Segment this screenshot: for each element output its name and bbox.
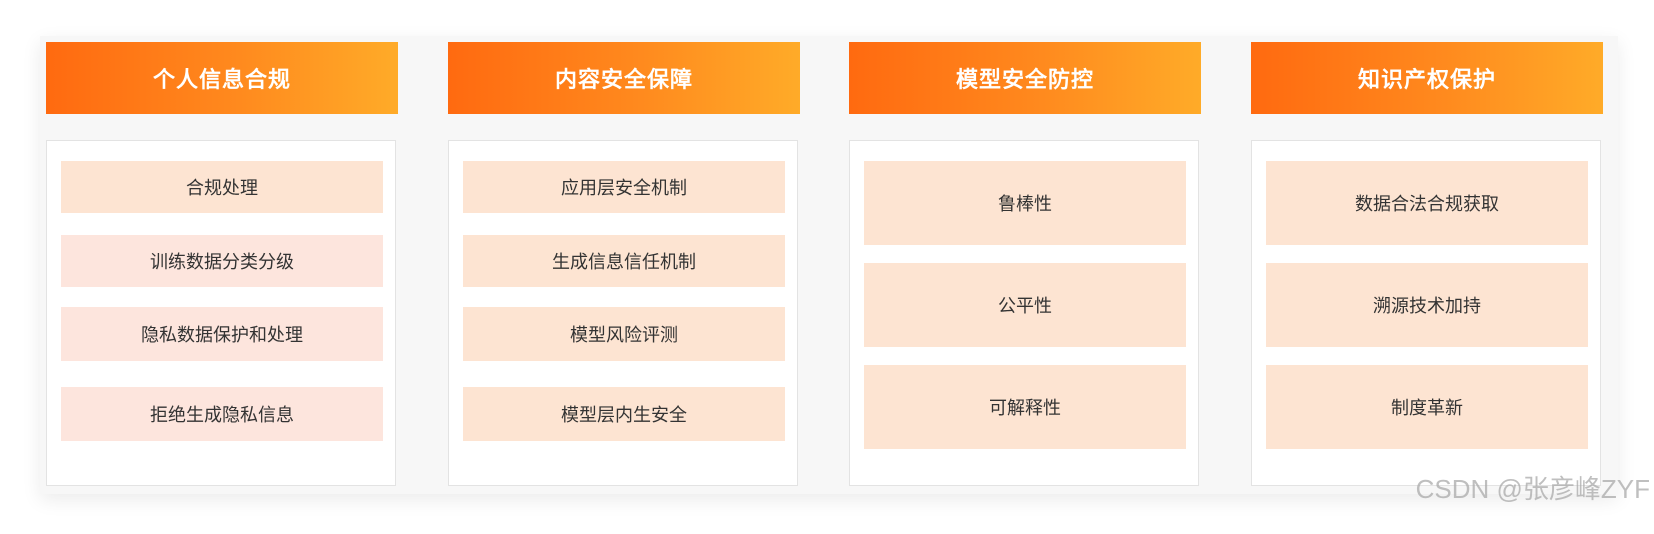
column-card: 合规处理 训练数据分类分级 隐私数据保护和处理 拒绝生成隐私信息 <box>46 140 396 486</box>
column-card: 数据合法合规获取 溯源技术加持 制度革新 <box>1251 140 1601 486</box>
list-item: 拒绝生成隐私信息 <box>61 387 383 441</box>
column-card: 鲁棒性 公平性 可解释性 <box>849 140 1199 486</box>
list-item: 数据合法合规获取 <box>1266 161 1588 245</box>
list-item: 溯源技术加持 <box>1266 263 1588 347</box>
column-header: 个人信息合规 <box>46 42 398 114</box>
list-item: 制度革新 <box>1266 365 1588 449</box>
column-header: 模型安全防控 <box>849 42 1201 114</box>
list-item: 模型层内生安全 <box>463 387 785 441</box>
list-item: 公平性 <box>864 263 1186 347</box>
column-header: 知识产权保护 <box>1251 42 1603 114</box>
column-model-security: 模型安全防控 鲁棒性 公平性 可解释性 <box>849 42 1201 486</box>
list-item: 模型风险评测 <box>463 307 785 361</box>
column-card: 应用层安全机制 生成信息信任机制 模型风险评测 模型层内生安全 <box>448 140 798 486</box>
list-item: 生成信息信任机制 <box>463 235 785 287</box>
column-content-security: 内容安全保障 应用层安全机制 生成信息信任机制 模型风险评测 模型层内生安全 <box>448 42 800 486</box>
column-personal-info-compliance: 个人信息合规 合规处理 训练数据分类分级 隐私数据保护和处理 拒绝生成隐私信息 <box>46 42 398 486</box>
list-item: 鲁棒性 <box>864 161 1186 245</box>
list-item: 合规处理 <box>61 161 383 213</box>
list-item: 应用层安全机制 <box>463 161 785 213</box>
column-header: 内容安全保障 <box>448 42 800 114</box>
list-item: 训练数据分类分级 <box>61 235 383 287</box>
column-ip-protection: 知识产权保护 数据合法合规获取 溯源技术加持 制度革新 <box>1251 42 1603 486</box>
list-item: 可解释性 <box>864 365 1186 449</box>
watermark-text: CSDN @张彦峰ZYF <box>1415 474 1650 504</box>
list-item: 隐私数据保护和处理 <box>61 307 383 361</box>
